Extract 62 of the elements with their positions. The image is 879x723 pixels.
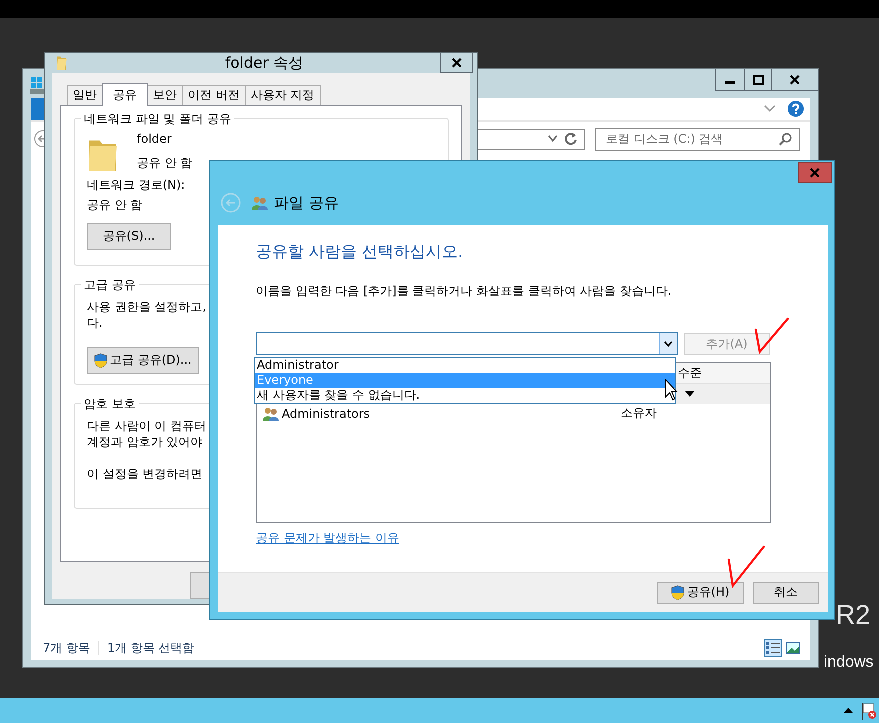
chevron-down-icon xyxy=(664,340,673,346)
dialog-button[interactable] xyxy=(190,572,210,599)
help-icon[interactable] xyxy=(788,101,804,117)
shield-icon xyxy=(94,352,108,368)
share-status: 공유 안 함 xyxy=(137,155,193,171)
description-text: 사용 권한을 설정하고, xyxy=(87,299,206,315)
people-icon xyxy=(251,195,269,211)
dialog-title: 파일 공유 xyxy=(274,194,339,212)
chevron-down-icon xyxy=(548,135,558,143)
status-text: 7개 항목 xyxy=(43,640,90,656)
column-header: 수준 xyxy=(678,364,702,382)
group-title: 고급 공유 xyxy=(81,277,139,294)
network-path: 공유 안 함 xyxy=(87,197,143,213)
description-text: 이 설정을 변경하려면 xyxy=(87,466,204,482)
user-name: Administrators xyxy=(282,406,370,420)
minimize-icon xyxy=(725,81,735,84)
desktop-text: R2 xyxy=(836,600,871,631)
up-arrow-icon[interactable] xyxy=(844,708,853,713)
help-link[interactable]: 공유 문제가 발생하는 이유 xyxy=(256,530,400,547)
share-button[interactable]: 공유(H) xyxy=(657,582,744,604)
heading: 공유할 사람을 선택하십시오. xyxy=(256,242,464,263)
back-icon[interactable] xyxy=(34,130,44,148)
status-text: 1개 항목 선택함 xyxy=(107,640,195,656)
maximize-icon xyxy=(752,74,764,84)
close-icon xyxy=(790,74,800,84)
name-combo-box[interactable] xyxy=(256,332,678,355)
flag-icon[interactable] xyxy=(861,702,877,720)
caret-icon[interactable] xyxy=(685,391,695,397)
list-icon xyxy=(766,642,780,654)
window-title: folder 속성 xyxy=(224,54,305,72)
image-icon xyxy=(786,642,800,654)
chevron-down-icon xyxy=(764,105,776,113)
tab[interactable]: 일반 xyxy=(67,85,103,105)
checkmark-drawing xyxy=(727,544,767,590)
network-path-label: 네트워크 경로(N): xyxy=(87,177,186,193)
close-button[interactable] xyxy=(440,53,473,73)
cancel-button[interactable]: 취소 xyxy=(753,582,819,604)
search-field[interactable]: 로컬 디스크 (C:) 검색 xyxy=(595,128,800,150)
group-title: 네트워크 파일 및 폴더 공유 xyxy=(81,111,234,128)
desktop-text: indows xyxy=(824,654,874,672)
description-text: 다른 사람이 이 컴퓨터 xyxy=(87,418,206,434)
close-icon xyxy=(452,58,462,68)
share-button[interactable]: 공유(S)... xyxy=(87,223,171,250)
close-icon xyxy=(810,168,820,178)
dropdown-option[interactable]: Administrator xyxy=(255,358,675,373)
description-text: 다. xyxy=(87,315,103,331)
description-text: 계정과 암호가 있어야 xyxy=(87,434,203,450)
group-title: 암호 보호 xyxy=(81,396,139,413)
folder-name: folder xyxy=(137,131,172,147)
folder-icon xyxy=(55,54,69,72)
preview-view-button[interactable] xyxy=(784,639,802,657)
advanced-sharing-button[interactable]: 고급 공유(D)... xyxy=(87,347,199,374)
tab[interactable]: 공유 xyxy=(102,83,148,106)
address-field[interactable] xyxy=(477,128,585,150)
checkmark-drawing xyxy=(754,316,790,356)
permission-level: 소유자 xyxy=(621,405,658,422)
instruction-text: 이름을 입력한 다음 [추가]를 클릭하거나 화살표를 클릭하여 사람을 찾습니다. xyxy=(256,283,673,300)
tab[interactable]: 사용자 지정 xyxy=(244,85,321,105)
refresh-icon[interactable] xyxy=(564,132,578,146)
details-view-button[interactable] xyxy=(764,639,782,657)
users-icon xyxy=(262,406,280,422)
search-icon xyxy=(779,132,792,146)
